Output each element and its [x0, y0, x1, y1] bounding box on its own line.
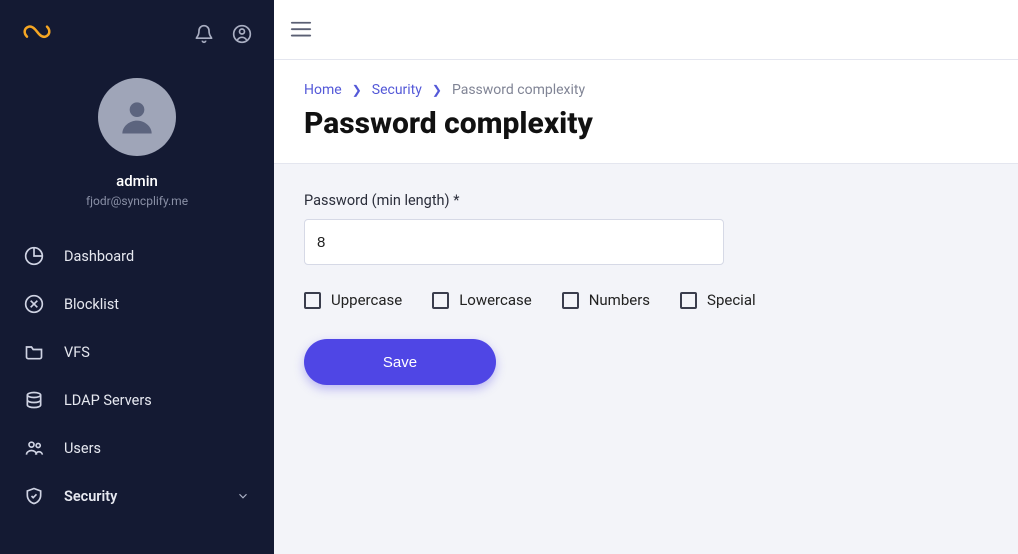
sidebar-item-ldap[interactable]: LDAP Servers	[0, 376, 274, 424]
chevron-right-icon: ❯	[432, 83, 442, 97]
chevron-down-icon	[236, 489, 250, 503]
bell-icon[interactable]	[194, 24, 214, 44]
users-icon	[24, 438, 44, 458]
check-label: Special	[707, 291, 756, 309]
checkbox-special[interactable]	[680, 292, 697, 309]
pie-chart-icon	[24, 246, 44, 266]
sidebar-item-label: Users	[64, 440, 250, 457]
check-uppercase[interactable]: Uppercase	[304, 291, 402, 309]
sidebar-item-label: Dashboard	[64, 248, 250, 265]
page-title: Password complexity	[304, 106, 988, 141]
breadcrumb-parent[interactable]: Security	[372, 82, 422, 98]
check-special[interactable]: Special	[680, 291, 756, 309]
chevron-right-icon: ❯	[352, 83, 362, 97]
sidebar-item-label: Security	[64, 488, 216, 505]
min-length-input[interactable]	[304, 219, 724, 265]
min-length-label: Password (min length) *	[304, 192, 988, 209]
profile: admin fjodr@syncplify.me	[0, 60, 274, 226]
sidebar-item-label: Blocklist	[64, 296, 250, 313]
content-header: Home ❯ Security ❯ Password complexity Pa…	[274, 60, 1018, 163]
checkbox-lowercase[interactable]	[432, 292, 449, 309]
save-button[interactable]: Save	[304, 339, 496, 385]
check-label: Lowercase	[459, 291, 532, 309]
sidebar-item-label: VFS	[64, 344, 250, 361]
shield-icon	[24, 486, 44, 506]
main: Home ❯ Security ❯ Password complexity Pa…	[274, 0, 1018, 554]
user-email: fjodr@syncplify.me	[86, 194, 188, 208]
sidebar-item-security[interactable]: Security	[0, 472, 274, 520]
sidebar-nav: Dashboard Blocklist VFS LDAP Servers Use…	[0, 232, 274, 520]
sidebar-item-dashboard[interactable]: Dashboard	[0, 232, 274, 280]
check-label: Uppercase	[331, 291, 402, 309]
user-circle-icon[interactable]	[232, 24, 252, 44]
user-name: admin	[116, 172, 158, 190]
sidebar-item-label: LDAP Servers	[64, 392, 250, 409]
form-panel: Password (min length) * Uppercase Lowerc…	[274, 163, 1018, 554]
folder-icon	[24, 342, 44, 362]
sidebar-item-users[interactable]: Users	[0, 424, 274, 472]
check-label: Numbers	[589, 291, 650, 309]
check-numbers[interactable]: Numbers	[562, 291, 650, 309]
breadcrumb-current: Password complexity	[452, 82, 585, 98]
menu-toggle-icon[interactable]	[290, 20, 312, 40]
sidebar-item-vfs[interactable]: VFS	[0, 328, 274, 376]
breadcrumb: Home ❯ Security ❯ Password complexity	[304, 82, 988, 98]
topbar	[274, 0, 1018, 60]
sidebar-item-blocklist[interactable]: Blocklist	[0, 280, 274, 328]
checkbox-uppercase[interactable]	[304, 292, 321, 309]
sidebar: admin fjodr@syncplify.me Dashboard Block…	[0, 0, 274, 554]
brand-logo	[22, 20, 52, 48]
checkbox-numbers[interactable]	[562, 292, 579, 309]
server-icon	[24, 390, 44, 410]
breadcrumb-home[interactable]: Home	[304, 82, 342, 98]
avatar	[98, 78, 176, 156]
x-circle-icon	[24, 294, 44, 314]
checks-row: Uppercase Lowercase Numbers Special	[304, 291, 988, 309]
check-lowercase[interactable]: Lowercase	[432, 291, 532, 309]
sidebar-top	[0, 0, 274, 60]
